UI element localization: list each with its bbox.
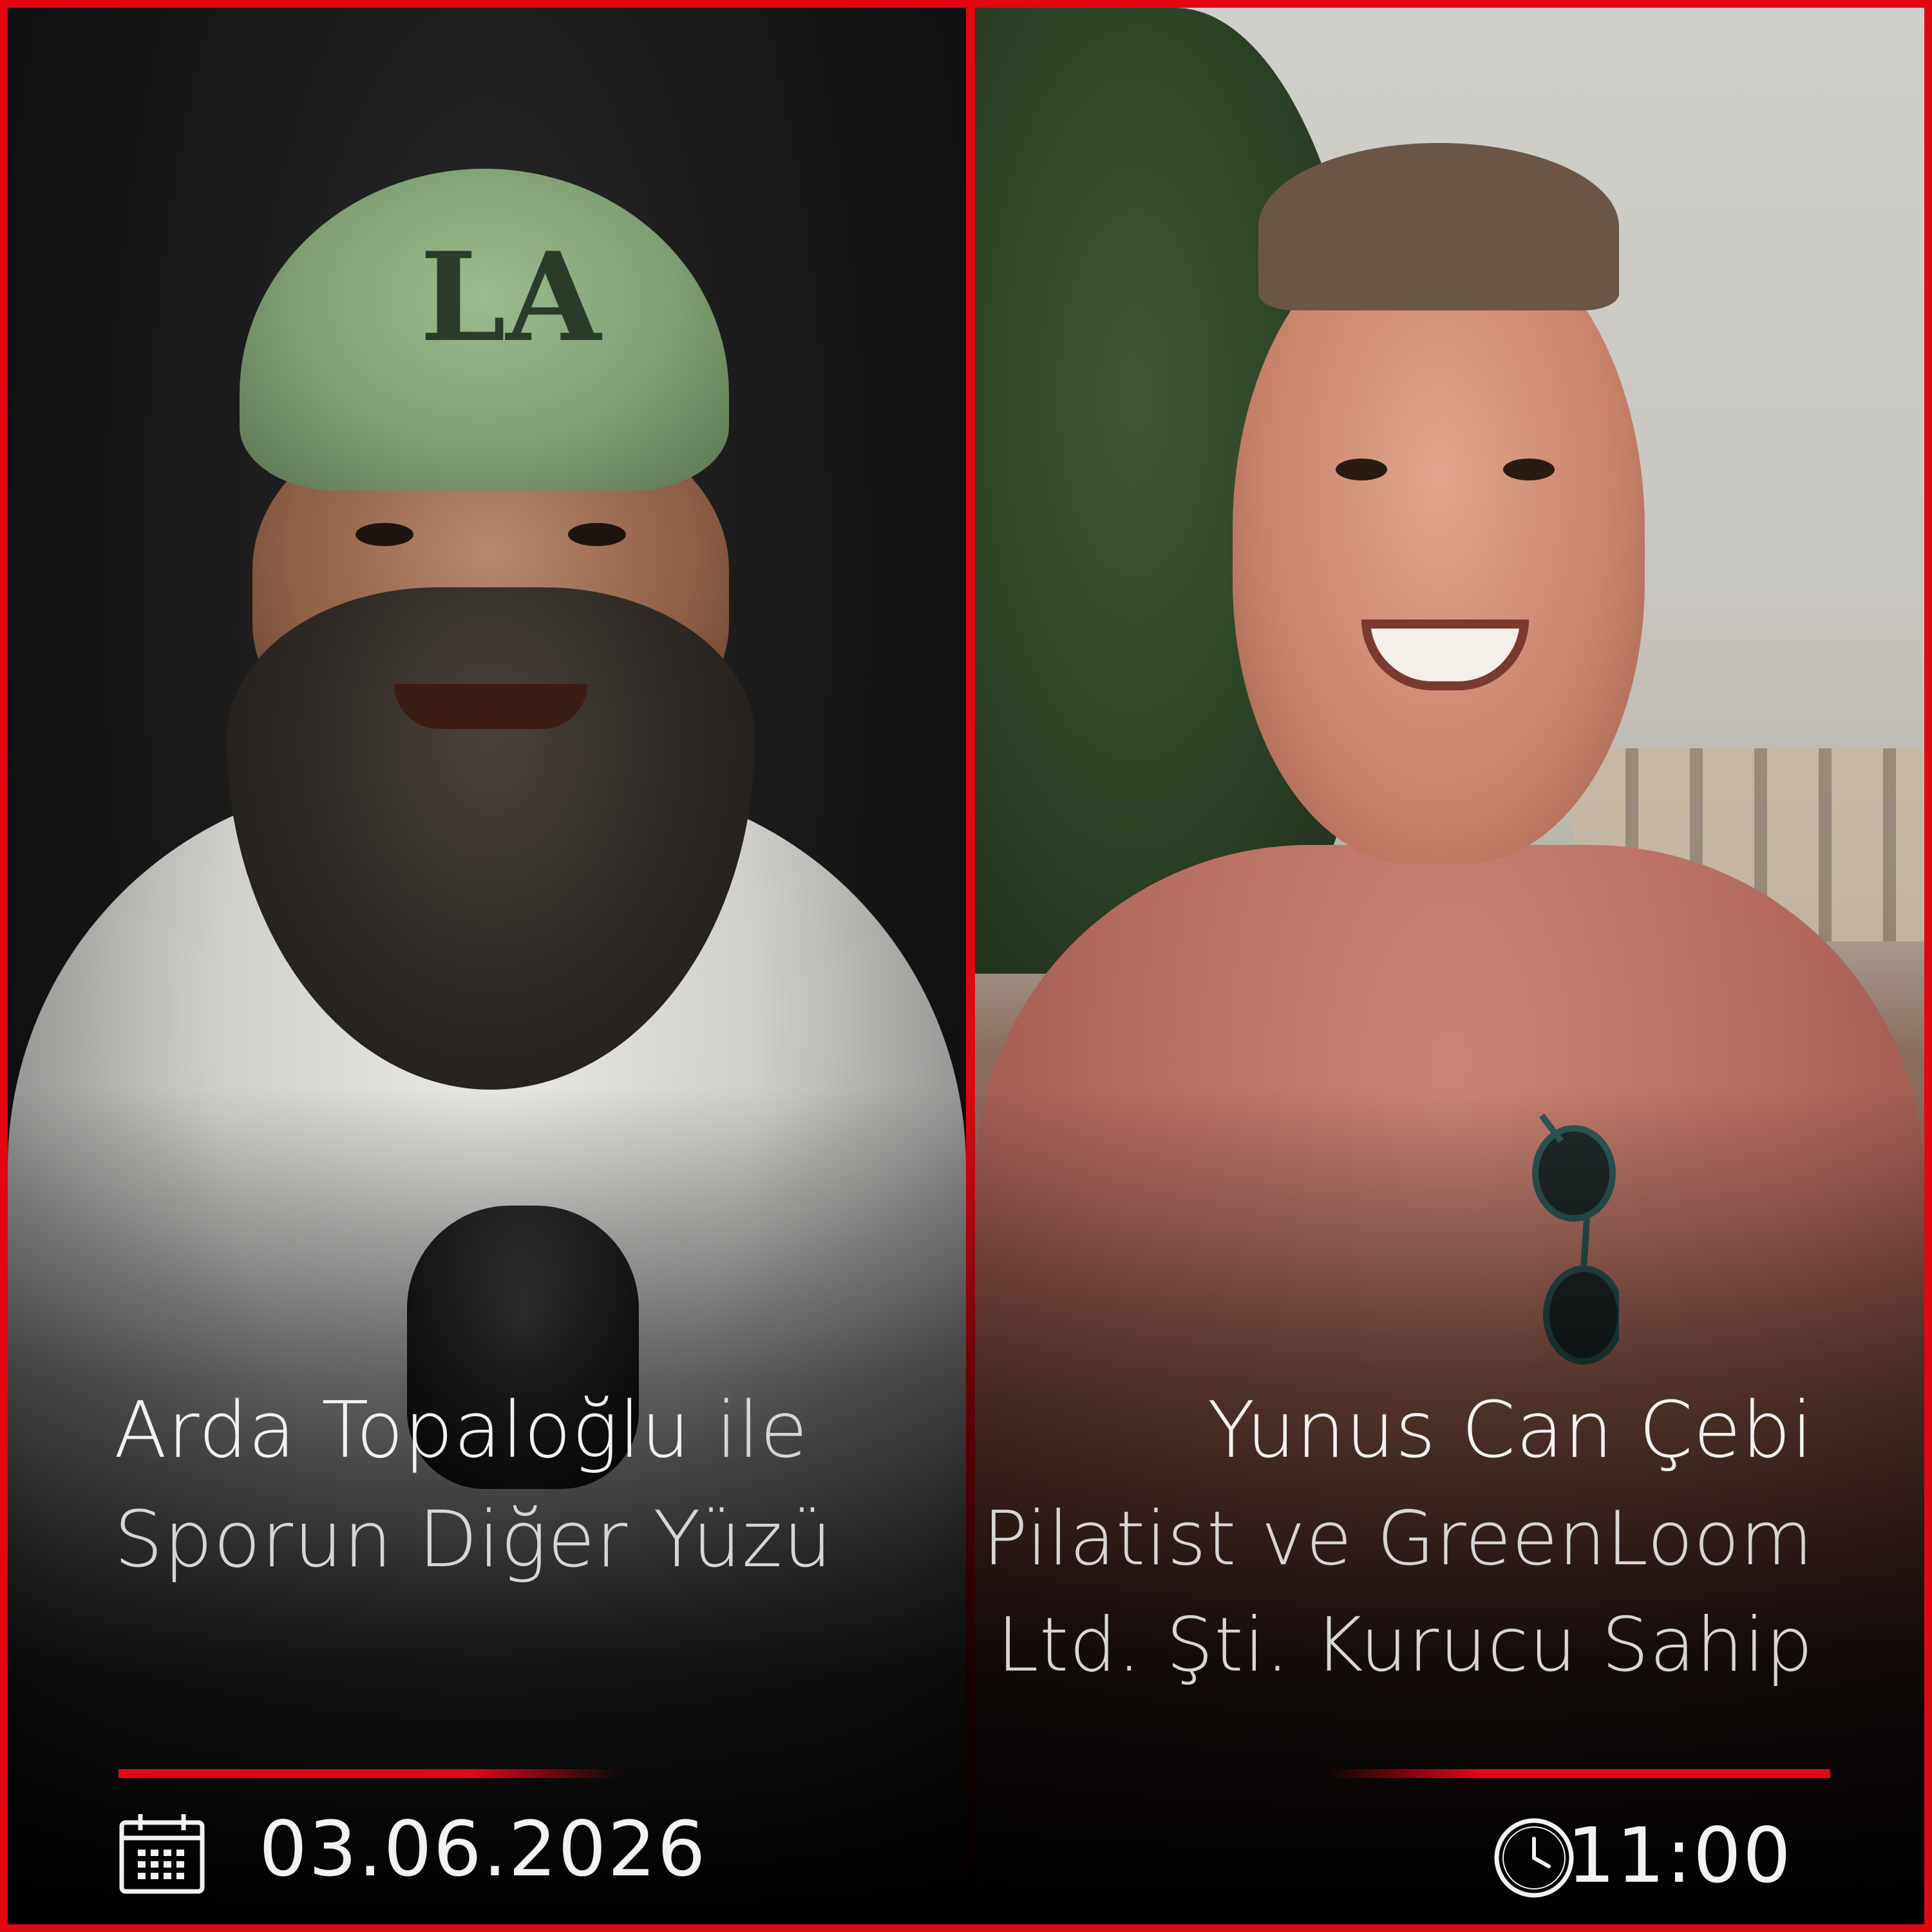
clock-icon: [1494, 1818, 1574, 1898]
host-line: Arda Topaloğlu ile: [114, 1386, 808, 1475]
guest-role-line1: Pilatist ve GreenLoom: [982, 1495, 1814, 1582]
cap-logo: LA: [420, 225, 601, 369]
host-name: Arda Topaloğlu: [114, 1386, 691, 1475]
host-eye-right: [568, 523, 626, 546]
event-date: 03.06.2026: [259, 1804, 707, 1893]
guest-role-line2: Ltd. Şti. Kurucu Sahip: [997, 1602, 1814, 1689]
host-eye-left: [355, 523, 413, 546]
guest-name: Yunus Can Çebi: [1207, 1386, 1814, 1475]
guest-eye-right: [1503, 459, 1555, 480]
show-title: Sporun Diğer Yüzü: [114, 1495, 833, 1585]
calendar-icon: [119, 1814, 205, 1894]
guest-eye-left: [1336, 459, 1387, 480]
event-time: 11:00: [1566, 1811, 1792, 1900]
accent-bar-right: [1328, 1769, 1830, 1778]
host-connector: ile: [715, 1386, 809, 1475]
event-poster: LA Arda Topaloğlu ile Sporun Diğer Yüzü …: [0, 0, 1932, 1932]
guest-hair: [1258, 143, 1619, 310]
host-mouth: [394, 684, 587, 729]
guest-face: [1233, 220, 1645, 864]
accent-bar-left: [118, 1769, 621, 1778]
